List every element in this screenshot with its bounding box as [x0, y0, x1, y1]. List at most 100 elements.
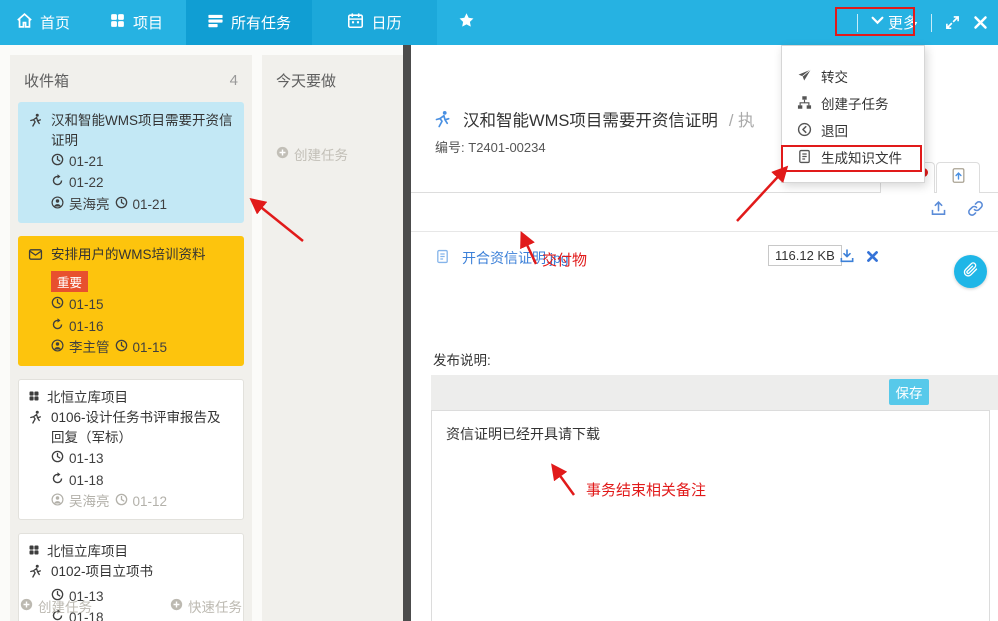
nav-item-calendar[interactable]: 日历	[312, 0, 437, 45]
quick-task-button[interactable]: 快速任务	[170, 596, 242, 616]
task-title-suffix: / 执	[729, 107, 755, 131]
card-restart: 01-16	[69, 318, 104, 336]
task-code-label: 编号:	[435, 140, 465, 155]
card-restart: 01-22	[69, 174, 104, 192]
user-icon	[51, 339, 64, 357]
expand-icon	[945, 15, 960, 30]
card-restart: 01-18	[69, 472, 104, 490]
home-icon	[16, 12, 33, 33]
nav-item-favorites[interactable]	[437, 0, 495, 45]
nav-item-home[interactable]: 首页	[0, 0, 86, 45]
nav-calendar-label: 日历	[371, 12, 401, 33]
card-due: 01-13	[69, 450, 104, 468]
mail-icon	[28, 245, 43, 268]
link-icon[interactable]	[967, 200, 984, 222]
menu-item-transfer[interactable]: 转交	[782, 62, 924, 89]
send-icon	[797, 68, 812, 83]
inbox-count: 4	[230, 72, 238, 89]
card-due: 01-21	[69, 153, 104, 171]
card-assigned-date: 01-21	[133, 196, 168, 214]
restart-icon	[51, 174, 64, 192]
plus-icon	[170, 598, 183, 614]
clock-icon	[115, 493, 128, 511]
task-card[interactable]: 安排用户的WMS培训资料 重要 01-15 01-16 李主管 01-15	[18, 236, 244, 366]
user-icon	[51, 196, 64, 214]
clock-icon	[115, 196, 128, 214]
runner-icon	[28, 111, 43, 150]
clock-icon	[51, 296, 64, 314]
tab-deliverables[interactable]	[936, 162, 980, 193]
nav-home-label: 首页	[40, 12, 70, 33]
nav-item-all-tasks[interactable]: 所有任务	[186, 0, 312, 45]
project-icon	[28, 388, 40, 408]
attachment-fab[interactable]	[954, 255, 987, 288]
card-assignee: 吴海亮	[69, 196, 110, 214]
card-due: 01-15	[69, 296, 104, 314]
chevron-down-icon	[871, 14, 884, 31]
card-assigned-date: 01-12	[133, 493, 168, 511]
menu-item-create-subtask[interactable]: 创建子任务	[782, 89, 924, 116]
priority-badge: 重要	[51, 271, 88, 292]
nav-divider	[931, 14, 932, 32]
plus-icon	[276, 146, 289, 162]
card-assignee: 李主管	[69, 339, 110, 357]
project-icon	[28, 542, 40, 562]
release-note-editor[interactable]: 资信证明已经开具请下载	[431, 410, 990, 621]
nav-item-projects[interactable]: 项目	[86, 0, 186, 45]
task-card[interactable]: 北恒立库项目 0106-设计任务书评审报告及回复（军标） 01-13 01-18…	[18, 379, 244, 520]
inbox-column: 收件箱 4 汉和智能WMS项目需要开资信证明 01-21 01-22 吴海亮 01…	[10, 55, 252, 621]
restart-icon	[51, 318, 64, 336]
card-title: 0106-设计任务书评审报告及回复（军标）	[51, 408, 234, 447]
expand-button[interactable]	[945, 15, 960, 30]
grid-icon	[109, 12, 126, 33]
restart-icon	[51, 472, 64, 490]
plus-icon	[20, 598, 33, 614]
card-title: 汉和智能WMS项目需要开资信证明	[51, 111, 234, 150]
doc-icon	[797, 149, 812, 164]
star-icon	[458, 12, 475, 33]
download-icon[interactable]	[839, 248, 855, 269]
navbar-right-controls: 更多	[857, 0, 998, 45]
attachment-link[interactable]: 开合资信证明.jpg	[462, 248, 569, 268]
create-task-button[interactable]: 创建任务	[20, 596, 92, 616]
task-title: 汉和智能WMS项目需要开资信证明	[463, 107, 718, 131]
nav-all-tasks-label: 所有任务	[231, 12, 291, 33]
task-card[interactable]: 汉和智能WMS项目需要开资信证明 01-21 01-22 吴海亮 01-21	[18, 102, 244, 223]
paperclip-icon	[962, 261, 979, 283]
top-navbar: 首页 项目 所有任务 日历 更多	[0, 0, 998, 45]
runner-icon	[433, 110, 452, 129]
create-task-button[interactable]: 创建任务	[276, 144, 403, 164]
nav-divider	[857, 14, 858, 32]
file-icon	[435, 249, 450, 269]
nav-projects-label: 项目	[133, 12, 163, 33]
upload-icon[interactable]	[930, 200, 947, 222]
today-title: 今天要做	[276, 70, 336, 91]
task-code-row: 编号: T2401-00234	[435, 137, 546, 156]
card-assigned-date: 01-15	[133, 339, 168, 357]
card-assignee: 吴海亮	[69, 493, 110, 511]
return-icon	[797, 122, 812, 137]
task-title-row: 汉和智能WMS项目需要开资信证明 / 执	[433, 107, 755, 131]
user-icon	[51, 493, 64, 511]
file-upload-icon	[950, 167, 967, 189]
inbox-title: 收件箱	[24, 70, 69, 91]
today-column: 今天要做 创建任务	[262, 55, 403, 621]
vertical-scrollbar[interactable]	[403, 45, 411, 621]
close-button[interactable]	[973, 15, 988, 30]
more-dropdown-menu: 转交 创建子任务 退回 生成知识文件	[781, 45, 925, 183]
card-project: 北恒立库项目	[47, 388, 128, 408]
calendar-icon	[347, 12, 364, 33]
card-project: 北恒立库项目	[47, 542, 128, 562]
clock-icon	[115, 339, 128, 357]
menu-item-return[interactable]: 退回	[782, 116, 924, 143]
file-size-badge: 116.12 KB	[768, 245, 842, 266]
task-code: T2401-00234	[468, 140, 545, 155]
menu-item-generate-knowledge[interactable]: 生成知识文件	[782, 143, 924, 170]
close-icon	[973, 15, 988, 30]
save-button[interactable]: 保存	[889, 379, 929, 405]
clock-icon	[51, 450, 64, 468]
remove-icon[interactable]	[866, 250, 879, 268]
more-button[interactable]: 更多	[871, 12, 918, 33]
card-title: 安排用户的WMS培训资料	[51, 245, 206, 268]
app-window: 首页 项目 所有任务 日历 更多 收件	[0, 0, 998, 621]
